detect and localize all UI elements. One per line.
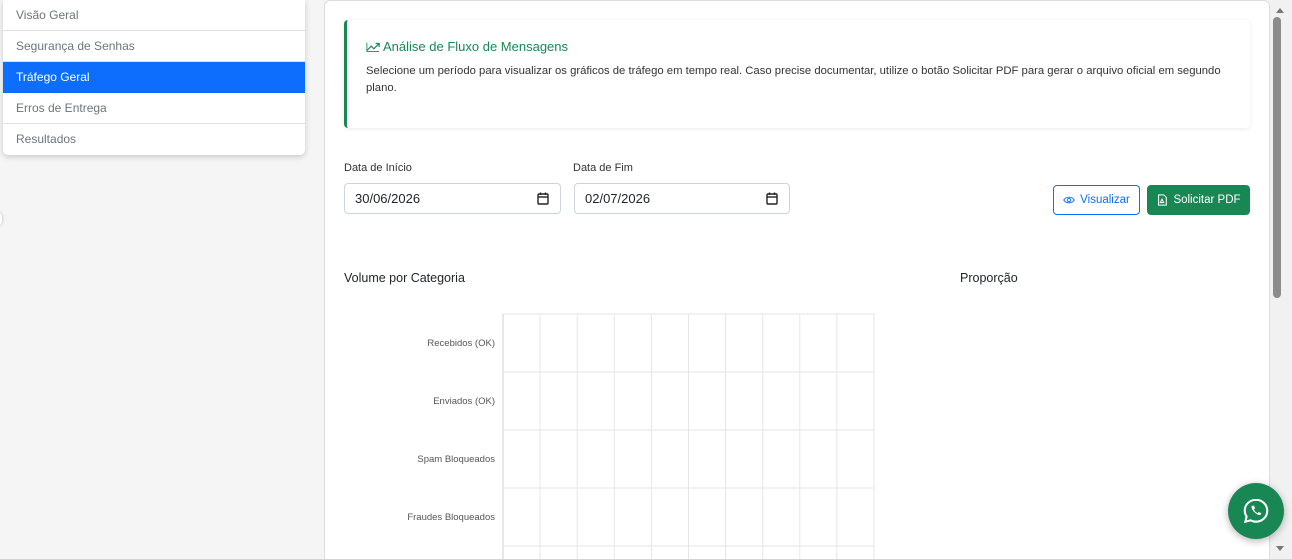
end-date-input[interactable]: 02/07/2026 — [574, 183, 790, 214]
volume-section-title: Volume por Categoria — [344, 271, 465, 285]
scrollbar[interactable] — [1270, 0, 1292, 559]
info-title: Análise de Fluxo de Mensagens — [366, 39, 568, 54]
info-alert: Análise de Fluxo de Mensagens Selecione … — [344, 20, 1250, 128]
start-date-input[interactable]: 30/06/2026 — [344, 183, 561, 214]
whatsapp-button[interactable] — [1228, 483, 1284, 539]
sidebar-item-visao-geral[interactable]: Visão Geral — [3, 0, 305, 31]
calendar-icon[interactable] — [766, 192, 778, 205]
sidebar-item-seguranca-senhas[interactable]: Segurança de Senhas — [3, 31, 305, 62]
start-date-value: 30/06/2026 — [355, 191, 421, 206]
solicitar-pdf-button[interactable]: Solicitar PDF — [1147, 185, 1250, 215]
scroll-down-arrow-icon[interactable] — [1276, 546, 1284, 551]
category-tick-label: Enviados (OK) — [433, 396, 495, 407]
whatsapp-icon — [1243, 498, 1269, 524]
sidebar-item-resultados[interactable]: Resultados — [3, 124, 305, 155]
eye-icon — [1063, 196, 1075, 204]
visualizar-button[interactable]: Visualizar — [1053, 185, 1140, 215]
category-tick-label: Fraudes Bloqueados — [407, 512, 495, 523]
trending-up-icon — [366, 42, 380, 52]
category-tick-label: Recebidos (OK) — [427, 338, 495, 349]
proportion-section-title: Proporção — [960, 271, 1018, 285]
end-date-value: 02/07/2026 — [585, 191, 651, 206]
scrollbar-thumb[interactable] — [1273, 17, 1281, 298]
sidebar-item-trafego-geral[interactable]: Tráfego Geral — [3, 62, 305, 93]
category-tick-label: Spam Bloqueados — [417, 454, 495, 465]
volume-bar-chart: Recebidos (OK) Enviados (OK) Spam Bloquead… — [407, 313, 875, 559]
calendar-icon[interactable] — [537, 192, 549, 205]
file-pdf-icon — [1158, 194, 1168, 206]
solicitar-pdf-label: Solicitar PDF — [1173, 194, 1241, 206]
end-date-label: Data de Fim — [573, 162, 633, 174]
edge-handle — [0, 212, 2, 226]
sidebar-item-erros-entrega[interactable]: Erros de Entrega — [3, 93, 305, 124]
start-date-label: Data de Início — [344, 162, 412, 174]
main-card: Análise de Fluxo de Mensagens Selecione … — [324, 0, 1270, 559]
info-description: Selecione um período para visualizar os … — [366, 65, 1221, 94]
sidebar-menu: Visão Geral Segurança de Senhas Tráfego … — [3, 0, 305, 155]
visualizar-label: Visualizar — [1080, 194, 1130, 206]
info-title-text: Análise de Fluxo de Mensagens — [383, 39, 569, 54]
scroll-up-arrow-icon[interactable] — [1276, 8, 1284, 13]
